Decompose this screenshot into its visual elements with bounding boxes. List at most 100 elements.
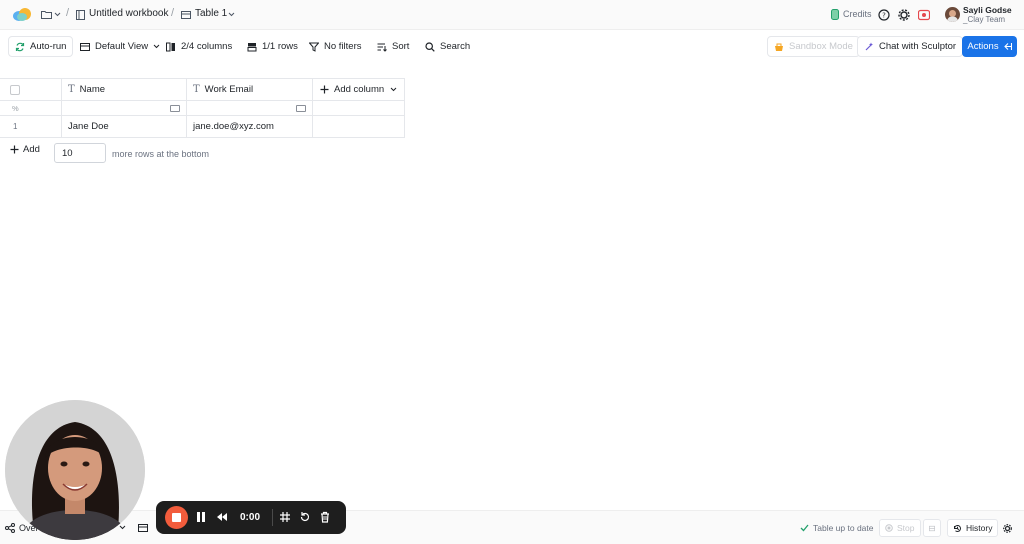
- stop-button[interactable]: Stop: [879, 519, 921, 537]
- bottom-bar: Over Table up to date Stop History: [0, 510, 1024, 544]
- table-cell-name[interactable]: Jane Doe: [62, 116, 187, 138]
- chat-label: Chat with Sculptor: [879, 41, 957, 52]
- workbook-title[interactable]: Untitled workbook: [89, 8, 168, 19]
- search-icon: [425, 41, 435, 52]
- table-cell-email[interactable]: jane.doe@xyz.com: [187, 116, 313, 138]
- avatar[interactable]: [945, 7, 960, 22]
- workbook-icon: [76, 10, 85, 20]
- rows-label: 1/1 rows: [262, 41, 298, 52]
- column-header-label: Work Email: [204, 84, 254, 95]
- text-type-icon: T: [68, 84, 75, 95]
- trash-icon[interactable]: [319, 511, 331, 523]
- autorun-button[interactable]: Auto-run: [8, 36, 74, 57]
- table-toolbar: Auto-run Default View 2/4 columns 1/1 ro…: [0, 34, 1024, 60]
- record-icon[interactable]: [918, 9, 930, 21]
- table-tab-icon[interactable]: [138, 524, 148, 532]
- stop-square-icon: [172, 513, 181, 522]
- search-label: Search: [440, 41, 471, 52]
- actions-button[interactable]: Actions: [962, 36, 1017, 57]
- view-label: Default View: [95, 41, 149, 52]
- filters-button[interactable]: No filters: [303, 36, 367, 57]
- filters-label: No filters: [324, 41, 362, 52]
- table-name[interactable]: Table 1: [195, 8, 227, 19]
- columns-button[interactable]: 2/4 columns: [160, 36, 238, 57]
- layout-icon: [929, 525, 935, 531]
- sandbox-label: Sandbox Mode: [789, 41, 853, 52]
- sort-icon: [377, 43, 387, 52]
- view-selector[interactable]: Default View: [74, 36, 166, 57]
- text-type-icon: T: [193, 84, 200, 95]
- column-header-work-email[interactable]: T Work Email: [187, 78, 313, 101]
- row-index-label: 1: [13, 122, 18, 131]
- chevron-down-icon[interactable]: [228, 12, 235, 17]
- folder-icon[interactable]: [41, 10, 52, 19]
- percent-symbol: %: [12, 103, 19, 113]
- column-header-name[interactable]: T Name: [62, 78, 187, 101]
- percent-cell: %: [0, 101, 62, 116]
- chevron-down-icon: [390, 87, 397, 92]
- select-all-cell[interactable]: [0, 78, 62, 101]
- recorder-divider: [272, 509, 273, 526]
- rows-count-input[interactable]: 10: [54, 143, 106, 163]
- credits-label[interactable]: Credits: [843, 9, 872, 19]
- chat-sculptor-button[interactable]: Chat with Sculptor: [857, 36, 964, 57]
- column-summary-empty: [313, 101, 405, 116]
- rows-button[interactable]: 1/1 rows: [241, 36, 304, 57]
- column-summary-email[interactable]: [187, 101, 313, 116]
- rows-count-value: 10: [62, 147, 73, 159]
- restart-icon[interactable]: [299, 511, 311, 523]
- columns-icon: [166, 42, 175, 51]
- search-button[interactable]: Search: [419, 36, 476, 57]
- top-bar: / Untitled workbook / Table 1 Credits ? …: [0, 0, 1024, 30]
- settings-gear-icon[interactable]: [898, 9, 910, 21]
- rewind-icon[interactable]: [216, 511, 228, 523]
- add-rows-button[interactable]: Add: [10, 144, 40, 155]
- breadcrumb-separator: /: [171, 7, 175, 19]
- recording-controls: 0:00: [156, 501, 346, 534]
- user-name: Sayli Godse: [963, 5, 1012, 15]
- cell-value: Jane Doe: [68, 121, 109, 132]
- add-rows-label: Add: [23, 144, 40, 155]
- grid-icon[interactable]: [279, 511, 291, 523]
- layout-button[interactable]: [923, 519, 941, 537]
- cell-value: jane.doe@xyz.com: [193, 121, 274, 132]
- table-icon: [181, 11, 191, 19]
- webcam-person-image: [5, 400, 145, 540]
- sandbox-icon: [775, 43, 783, 51]
- sort-button[interactable]: Sort: [371, 36, 415, 57]
- chevron-down-icon[interactable]: [119, 525, 126, 530]
- clay-logo-icon[interactable]: [13, 7, 31, 21]
- rows-suffix-text: more rows at the bottom: [112, 149, 210, 159]
- view-table-icon: [80, 42, 90, 51]
- autorun-icon: [15, 42, 25, 51]
- add-column-button[interactable]: Add column: [313, 78, 405, 101]
- select-all-checkbox[interactable]: [10, 84, 20, 95]
- collapse-left-icon: [1003, 43, 1012, 50]
- stop-recording-button[interactable]: [165, 506, 188, 529]
- pause-icon[interactable]: [195, 511, 207, 523]
- sandbox-mode-button[interactable]: Sandbox Mode: [767, 36, 860, 57]
- table-status-label: Table up to date: [813, 523, 874, 533]
- rows-icon: [247, 42, 257, 51]
- check-icon: [800, 524, 809, 532]
- row-index: 1: [0, 116, 62, 138]
- actions-label: Actions: [967, 41, 999, 52]
- history-icon: [953, 524, 961, 532]
- history-button[interactable]: History: [947, 519, 999, 537]
- svg-text:?: ?: [882, 12, 886, 20]
- keyboard-icon: [170, 104, 180, 112]
- sculptor-sparkle-icon: [865, 42, 873, 50]
- filter-icon: [309, 42, 319, 52]
- column-header-label: Name: [79, 84, 106, 95]
- sort-label: Sort: [392, 41, 410, 52]
- webcam-bubble[interactable]: [5, 400, 145, 540]
- help-icon[interactable]: ?: [878, 9, 890, 21]
- settings-gear-icon[interactable]: [1003, 524, 1012, 533]
- chevron-down-icon[interactable]: [54, 12, 61, 17]
- column-summary-name[interactable]: [62, 101, 187, 116]
- table-cell-empty: [313, 116, 405, 138]
- stop-icon: [885, 524, 893, 532]
- recording-timer: 0:00: [240, 512, 261, 523]
- keyboard-icon: [296, 104, 306, 112]
- columns-label: 2/4 columns: [181, 41, 233, 52]
